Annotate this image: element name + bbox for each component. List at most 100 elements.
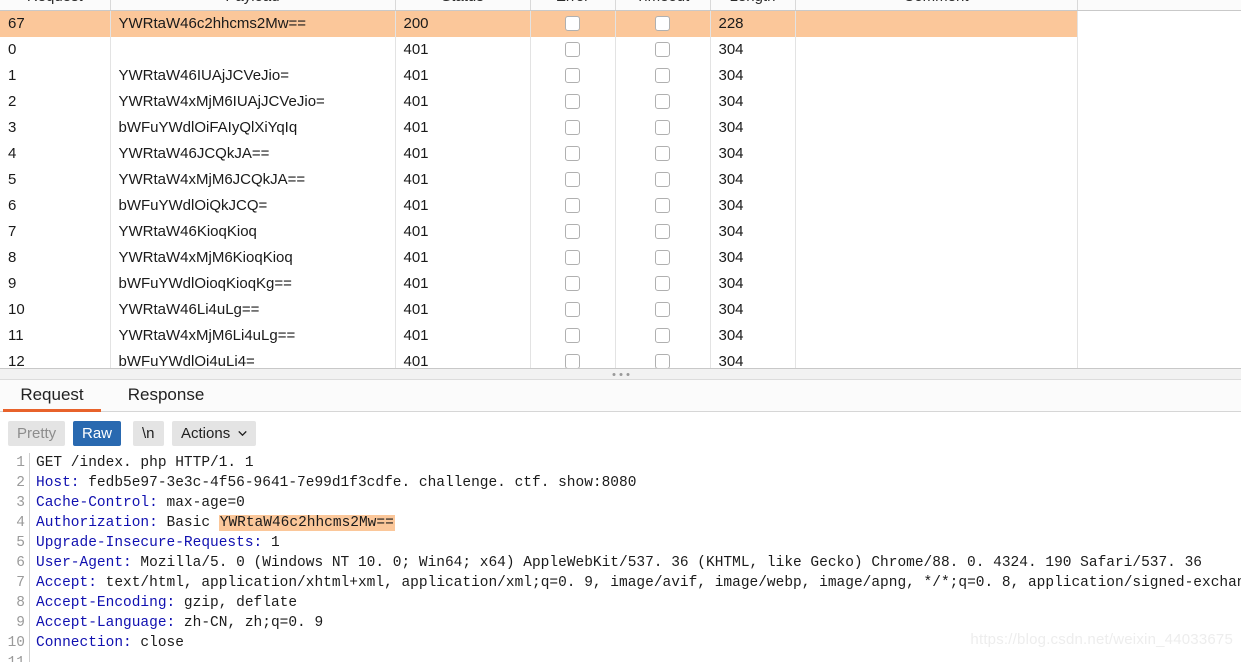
cell-payload: YWRtaW46IUAjJCVeJio= <box>110 62 396 89</box>
cell-comment <box>795 114 1078 141</box>
attack-results-table[interactable]: Request Payload Status Error Timeout Len… <box>0 0 1241 368</box>
cell-timeout <box>615 296 711 323</box>
cell-timeout <box>615 218 711 245</box>
cell-error-checkbox[interactable] <box>565 198 580 214</box>
header-value: Basic <box>157 515 219 531</box>
table-row[interactable]: 7 YWRtaW46KioqKioq 401 304 <box>0 218 1241 245</box>
cell-filler <box>1077 37 1241 63</box>
cell-error-checkbox[interactable] <box>565 120 580 136</box>
cell-timeout-checkbox[interactable] <box>655 198 670 214</box>
table-row[interactable]: 12 bWFuYWdlOi4uLi4= 401 304 <box>0 348 1241 368</box>
header-name: Host: <box>36 475 80 491</box>
cell-request: 11 <box>0 322 111 349</box>
cell-comment <box>795 62 1078 89</box>
cell-error <box>530 114 616 141</box>
cell-status: 401 <box>395 270 531 297</box>
table-row[interactable]: 4 YWRtaW46JCQkJA== 401 304 <box>0 140 1241 167</box>
cell-error-checkbox[interactable] <box>565 250 580 266</box>
cell-error-checkbox[interactable] <box>565 328 580 344</box>
cell-error-checkbox[interactable] <box>565 146 580 162</box>
pane-splitter[interactable] <box>0 368 1241 380</box>
cell-error-checkbox[interactable] <box>565 42 580 58</box>
cell-status: 401 <box>395 62 531 89</box>
cell-request: 0 <box>0 36 111 63</box>
pretty-view-button[interactable]: Pretty <box>8 421 66 446</box>
cell-timeout-checkbox[interactable] <box>655 328 670 344</box>
cell-error-checkbox[interactable] <box>565 302 580 318</box>
cell-comment <box>795 166 1078 193</box>
cell-payload: YWRtaW4xMjM6Li4uLg== <box>110 322 396 349</box>
cell-timeout-checkbox[interactable] <box>655 250 670 266</box>
cell-comment <box>795 244 1078 271</box>
header-name: Connection: <box>36 635 132 651</box>
cell-timeout-checkbox[interactable] <box>655 42 670 58</box>
table-row[interactable]: 2 YWRtaW4xMjM6IUAjJCVeJio= 401 304 <box>0 88 1241 115</box>
cell-timeout-checkbox[interactable] <box>655 224 670 240</box>
column-header-comment[interactable]: Comment <box>795 0 1078 11</box>
cell-error-checkbox[interactable] <box>565 68 580 84</box>
cell-timeout <box>615 322 711 349</box>
cell-status: 401 <box>395 88 531 115</box>
code-line: GET /index. php HTTP/1. 1 <box>36 453 1241 473</box>
raw-view-button[interactable]: Raw <box>73 421 122 446</box>
header-name: Cache-Control: <box>36 495 158 511</box>
table-row[interactable]: 3 bWFuYWdlOiFAIyQlXiYqIq 401 304 <box>0 114 1241 141</box>
tab-response[interactable]: Response <box>110 380 222 412</box>
actions-menu-button[interactable]: Actions <box>172 421 257 446</box>
cell-error <box>530 140 616 167</box>
cell-error-checkbox[interactable] <box>565 172 580 188</box>
cell-timeout-checkbox[interactable] <box>655 68 670 84</box>
cell-request: 7 <box>0 218 111 245</box>
cell-error <box>530 88 616 115</box>
table-row[interactable]: 67 YWRtaW46c2hhcms2Mw== 200 228 <box>0 10 1241 37</box>
tab-request[interactable]: Request <box>3 380 101 412</box>
cell-timeout-checkbox[interactable] <box>655 354 670 368</box>
cell-status: 401 <box>395 166 531 193</box>
cell-timeout-checkbox[interactable] <box>655 120 670 136</box>
cell-error <box>530 296 616 323</box>
cell-error-checkbox[interactable] <box>565 354 580 368</box>
cell-error <box>530 62 616 89</box>
cell-error-checkbox[interactable] <box>565 94 580 110</box>
column-header-length[interactable]: Length <box>710 0 796 11</box>
column-header-error[interactable]: Error <box>530 0 616 11</box>
table-row[interactable]: 9 bWFuYWdlOioqKioqKg== 401 304 <box>0 270 1241 297</box>
cell-request: 2 <box>0 88 111 115</box>
cell-timeout-checkbox[interactable] <box>655 276 670 292</box>
table-row[interactable]: 0 401 304 <box>0 36 1241 63</box>
message-tab-bar[interactable]: Request Response <box>0 380 1241 412</box>
column-header-payload[interactable]: Payload <box>110 0 396 11</box>
cell-timeout-checkbox[interactable] <box>655 302 670 318</box>
table-row[interactable]: 1 YWRtaW46IUAjJCVeJio= 401 304 <box>0 62 1241 89</box>
cell-timeout-checkbox[interactable] <box>655 172 670 188</box>
table-row[interactable]: 6 bWFuYWdlOiQkJCQ= 401 304 <box>0 192 1241 219</box>
cell-status: 401 <box>395 348 531 368</box>
cell-timeout-checkbox[interactable] <box>655 146 670 162</box>
column-header-status[interactable]: Status <box>395 0 531 11</box>
message-editor-toolbar[interactable]: Pretty Raw \n Actions <box>0 413 1241 453</box>
column-header-timeout[interactable]: Timeout <box>615 0 711 11</box>
watermark: https://blog.csdn.net/weixin_44033675 <box>970 631 1233 648</box>
cell-payload: YWRtaW4xMjM6JCQkJA== <box>110 166 396 193</box>
cell-request: 3 <box>0 114 111 141</box>
table-row[interactable]: 8 YWRtaW4xMjM6KioqKioq 401 304 <box>0 244 1241 271</box>
cell-filler <box>1077 193 1241 219</box>
line-number: 9 <box>16 615 25 631</box>
results-table-body[interactable]: 67 YWRtaW46c2hhcms2Mw== 200 228 0 401 304 1 YWRt… <box>0 10 1241 368</box>
cell-timeout-checkbox[interactable] <box>655 16 670 32</box>
cell-error-checkbox[interactable] <box>565 16 580 32</box>
cell-error-checkbox[interactable] <box>565 224 580 240</box>
newline-toggle-button[interactable]: \n <box>133 421 164 446</box>
cell-error <box>530 322 616 349</box>
attack-results-pane[interactable]: Request Payload Status Error Timeout Len… <box>0 0 1241 368</box>
cell-timeout-checkbox[interactable] <box>655 94 670 110</box>
column-header-request[interactable]: Request <box>0 0 111 11</box>
table-row[interactable]: 10 YWRtaW46Li4uLg== 401 304 <box>0 296 1241 323</box>
table-row[interactable]: 5 YWRtaW4xMjM6JCQkJA== 401 304 <box>0 166 1241 193</box>
table-row[interactable]: 11 YWRtaW4xMjM6Li4uLg== 401 304 <box>0 322 1241 349</box>
code-line: Accept-Language: zh-CN, zh;q=0. 9 <box>36 613 1241 633</box>
cell-status: 401 <box>395 218 531 245</box>
cell-error <box>530 270 616 297</box>
cell-error-checkbox[interactable] <box>565 276 580 292</box>
cell-timeout <box>615 140 711 167</box>
